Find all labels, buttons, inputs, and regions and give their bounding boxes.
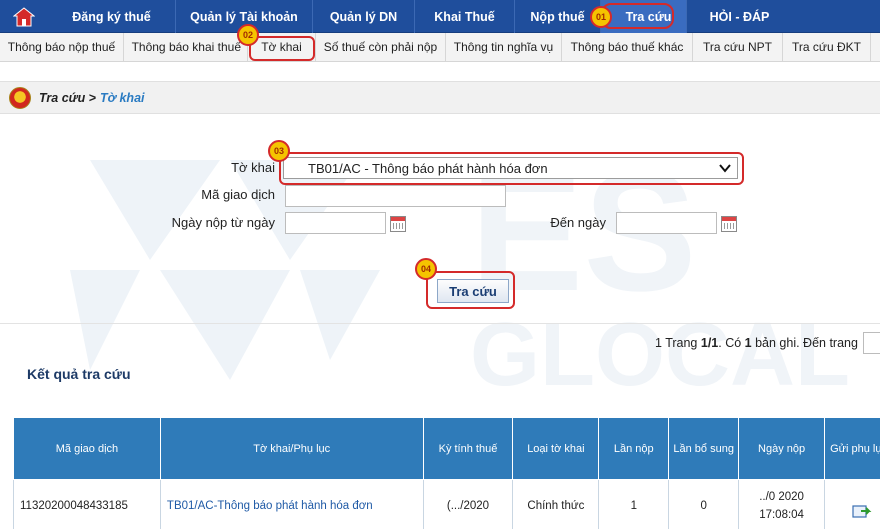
calendar-icon[interactable]: [390, 216, 406, 232]
highlight-search-button: [426, 271, 515, 309]
results-title: Kết quả tra cứu: [27, 366, 131, 382]
national-emblem-icon: [9, 86, 31, 109]
table-header-row: Mã giao dịch Tờ khai/Phụ lục Kỳ tính thu…: [13, 417, 880, 480]
paging-info: 1 Trang 1/1. Có 1 bản ghi. Đến trang: [655, 336, 858, 350]
subnav-thong-bao-thue-khac[interactable]: Thông báo thuế khác: [562, 33, 693, 61]
col-header-to-khai: Tờ khai/Phụ lục: [159, 417, 424, 480]
topnav-hoi-dap[interactable]: HỎI - ĐÁP: [687, 0, 792, 33]
breadcrumb-root[interactable]: Tra cứu >: [39, 91, 96, 105]
breadcrumb-text: Tra cứu > Tờ khai: [39, 91, 145, 105]
den-ngay-input[interactable]: [616, 212, 717, 234]
to-khai-label: Tờ khai: [231, 160, 275, 175]
col-header-lan-bo-sung: Lần bổ sung: [668, 417, 740, 480]
home-icon: [13, 6, 35, 26]
highlight-to-khai-select: [279, 152, 744, 185]
cell-ma-giao-dich: 11320200048433185: [13, 479, 161, 529]
subnav-tra-cuu-dkt[interactable]: Tra cứu ĐKT: [783, 33, 871, 61]
topnav-khai-thue[interactable]: Khai Thuế: [415, 0, 515, 33]
calendar-icon[interactable]: [721, 216, 737, 232]
ma-giao-dich-label: Mã giao dịch: [201, 187, 275, 202]
go-to-page-input[interactable]: [863, 332, 880, 354]
col-header-loai-to-khai: Loại tờ khai: [512, 417, 600, 480]
subnav-tra-cuu-npt[interactable]: Tra cứu NPT: [693, 33, 783, 61]
topnav-quan-ly-dn[interactable]: Quản lý DN: [313, 0, 415, 33]
highlight-to-khai: [249, 36, 315, 61]
ma-giao-dich-input[interactable]: [285, 185, 506, 207]
step-badge-03: 03: [268, 140, 290, 162]
step-badge-02: 02: [237, 24, 259, 46]
breadcrumb: Tra cứu > Tờ khai: [0, 81, 880, 114]
cell-lan-nop: 1: [598, 479, 670, 529]
topnav-dang-ky-thue[interactable]: Đăng ký thuế: [48, 0, 176, 33]
topnav-nop-thue[interactable]: Nộp thuế: [515, 0, 601, 33]
home-button[interactable]: [0, 0, 48, 33]
subnav-so-thue-con-phai-nop[interactable]: Số thuế còn phải nộp: [316, 33, 446, 61]
cell-to-khai-link[interactable]: TB01/AC-Thông báo phát hành hóa đơn: [159, 479, 424, 529]
col-header-ma-giao-dich: Mã giao dịch: [13, 417, 161, 480]
cell-ngay-nop: ../0 2020 17:08:04: [738, 479, 826, 529]
results-table: Mã giao dịch Tờ khai/Phụ lục Kỳ tính thu…: [13, 417, 880, 529]
page: Đăng ký thuế Quản lý Tài khoản Quản lý D…: [0, 0, 880, 529]
sub-nav: Thông báo nộp thuế Thông báo khai thuế T…: [0, 33, 880, 62]
den-ngay-label: Đến ngày: [550, 215, 606, 230]
breadcrumb-current: Tờ khai: [99, 90, 145, 105]
col-header-ky-tinh-thue: Kỳ tính thuế: [422, 417, 514, 480]
subnav-thong-tin-nghia-vu[interactable]: Thông tin nghĩa vụ: [446, 33, 562, 61]
subnav-thong-bao-nop-thue[interactable]: Thông báo nộp thuế: [0, 33, 124, 61]
col-header-lan-nop: Lần nộp: [598, 417, 670, 480]
col-header-gui-phu-luc: Gửi phụ lục: [824, 417, 880, 480]
step-badge-04: 04: [415, 258, 437, 280]
col-header-ngay-nop: Ngày nộp: [738, 417, 826, 480]
cell-ky-tinh-thue: (.../2020: [422, 479, 514, 529]
cell-loai-to-khai: Chính thức: [512, 479, 600, 529]
send-attachment-icon[interactable]: [851, 503, 872, 519]
ngay-nop-date: ../0 2020: [759, 490, 804, 503]
table-row: 11320200048433185 TB01/AC-Thông báo phát…: [13, 479, 880, 529]
top-nav: Đăng ký thuế Quản lý Tài khoản Quản lý D…: [0, 0, 880, 33]
subnav-thong-bao-khai-thue[interactable]: Thông báo khai thuế: [124, 33, 248, 61]
ngay-nop-tu-label: Ngày nộp từ ngày: [171, 215, 275, 230]
cell-lan-bo-sung: 0: [668, 479, 740, 529]
ngay-nop-tu-input[interactable]: [285, 212, 386, 234]
ngay-nop-time: 17:08:04: [759, 508, 804, 521]
step-badge-01: 01: [590, 6, 612, 28]
cell-gui-phu-luc[interactable]: [824, 479, 880, 529]
